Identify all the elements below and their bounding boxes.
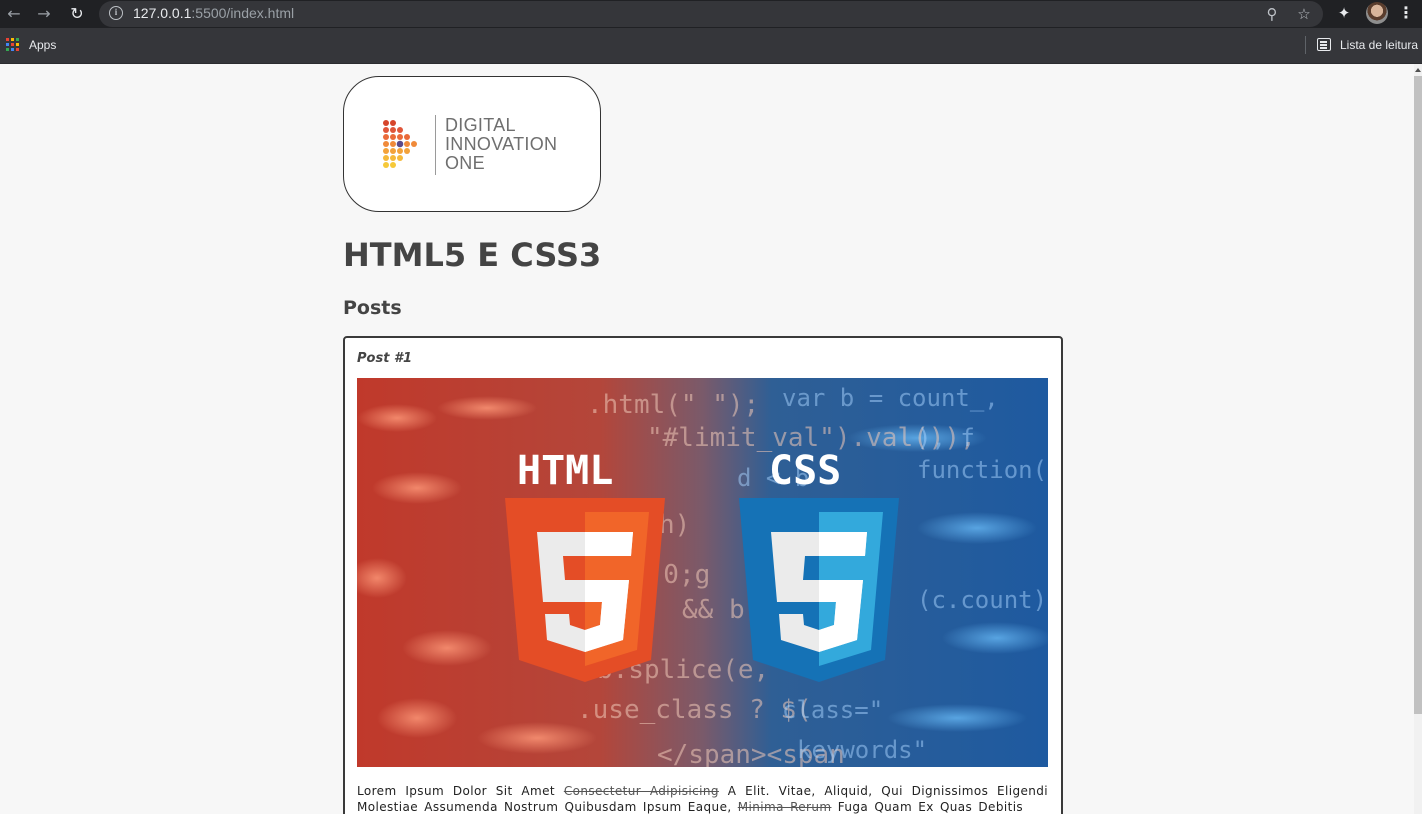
dio-logo-icon: [383, 120, 417, 168]
url-path: :5500/index.html: [191, 5, 295, 21]
address-bar[interactable]: i 127.0.0.1:5500/index.html ⚲ ☆: [99, 1, 1323, 27]
logo-line-innovation: INNOVATION: [445, 134, 558, 154]
svg-text:(c.count): (c.count): [917, 586, 1047, 614]
logo-line-one: ONE: [445, 153, 485, 173]
html-label: HTML: [517, 448, 613, 494]
scroll-thumb[interactable]: [1414, 76, 1422, 714]
svg-text:keywords": keywords": [797, 736, 927, 764]
logo-line-digital: DIGITAL: [445, 115, 516, 135]
post-text-part3: Fuga Quam Ex Quas Debitis: [831, 800, 1024, 814]
bookmarks-separator: [1305, 36, 1306, 54]
css-label: CSS: [769, 448, 841, 494]
svg-text:class=": class=": [782, 696, 883, 724]
svg-text:var b = count_,: var b = count_,: [782, 384, 999, 412]
apps-bookmark[interactable]: Apps: [29, 38, 56, 52]
apps-grid-icon[interactable]: [6, 38, 19, 51]
profile-avatar[interactable]: [1366, 2, 1388, 24]
section-title: Posts: [343, 297, 402, 319]
url-host: 127.0.0.1: [133, 5, 192, 21]
reload-icon[interactable]: ↻: [66, 3, 88, 25]
post-text-strikethrough-2: Minima Rerum: [737, 800, 832, 814]
reading-list-button[interactable]: Lista de leitura: [1340, 38, 1418, 52]
more-menu-icon[interactable]: ⋮: [1398, 2, 1414, 24]
logo-wordmark: DIGITAL INNOVATION ONE: [445, 116, 557, 173]
post-text-part1: Lorem Ipsum Dolor Sit Amet: [357, 784, 564, 798]
svg-text:), f: ), f: [917, 424, 975, 452]
url-text[interactable]: 127.0.0.1:5500/index.html: [133, 5, 294, 21]
svg-text:function(: function(: [917, 456, 1047, 484]
browser-toolbar: ← → ↻ i 127.0.0.1:5500/index.html ⚲ ☆ ✦ …: [0, 0, 1422, 28]
back-arrow-icon[interactable]: ←: [3, 3, 25, 25]
svg-text:.html(" ");: .html(" ");: [587, 390, 759, 420]
forward-arrow-icon[interactable]: →: [33, 3, 55, 25]
info-icon[interactable]: i: [109, 6, 123, 20]
post-text-strikethrough-1: Consectetur Adipisicing: [563, 784, 719, 798]
star-icon[interactable]: ☆: [1295, 5, 1313, 23]
logo-card: DIGITAL INNOVATION ONE: [343, 76, 601, 212]
post-title: Post #1: [357, 351, 413, 366]
page-viewport: DIGITAL INNOVATION ONE HTML5 E CSS3 Post…: [0, 64, 1414, 814]
bookmarks-bar: Apps Lista de leitura: [0, 28, 1422, 64]
page-title: HTML5 E CSS3: [343, 236, 602, 274]
post-body: Lorem Ipsum Dolor Sit Amet Consectetur A…: [357, 783, 1048, 814]
svg-text:.use_class ? $(: .use_class ? $(: [577, 695, 812, 725]
reading-list-icon[interactable]: [1317, 38, 1331, 51]
scroll-up-arrow-icon[interactable]: [1415, 68, 1421, 72]
extensions-puzzle-icon[interactable]: ✦: [1335, 4, 1353, 22]
zoom-icon[interactable]: ⚲: [1263, 5, 1281, 23]
page-scrollbar[interactable]: [1414, 64, 1422, 814]
post-image: .html(" "); "#limit_val").val()), ngth) …: [357, 378, 1048, 767]
logo-divider: [435, 115, 436, 175]
post-card: Post #1 .html(" "); "#limit_val").val())…: [343, 336, 1063, 814]
